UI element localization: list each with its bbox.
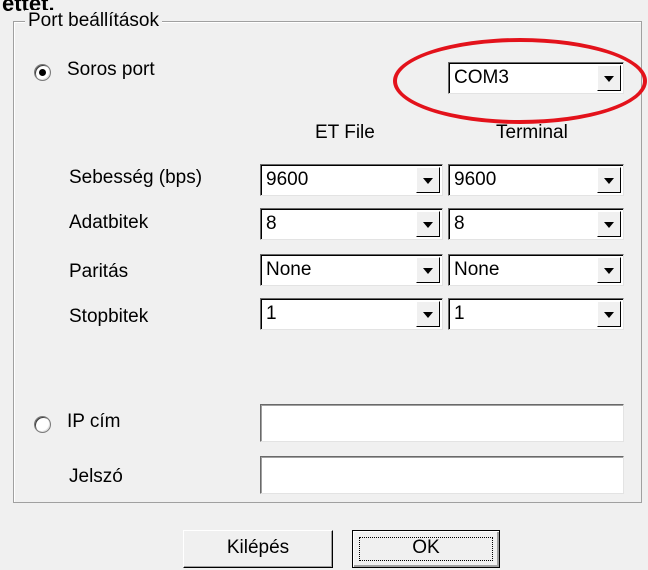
password-label: Jelszó [69,466,123,487]
stopbits-terminal-value: 1 [454,303,465,324]
chevron-down-icon [604,312,614,318]
ip-address-radio[interactable] [34,416,51,433]
focus-rectangle [359,537,493,561]
databits-terminal-select[interactable]: 8 [448,208,624,240]
speed-label: Sebesség (bps) [69,167,203,188]
parity-et-file-select[interactable]: None [260,254,443,286]
databits-terminal-dropdown-button[interactable] [597,211,621,237]
serial-port-label: Soros port [67,59,155,80]
speed-terminal-value: 9600 [454,169,497,190]
chevron-down-icon [604,268,614,274]
chevron-down-icon [423,312,433,318]
parity-et-file-dropdown-button[interactable] [416,257,440,283]
chevron-down-icon [604,222,614,228]
chevron-down-icon [604,178,614,184]
parity-et-file-value: None [266,259,312,280]
group-title: Port beállítások [25,10,162,32]
speed-et-file-select[interactable]: 9600 [260,164,443,196]
exit-button[interactable]: Kilépés [183,530,333,568]
stopbits-et-file-value: 1 [266,303,277,324]
ip-address-label: IP cím [67,411,121,432]
parity-terminal-select[interactable]: None [448,254,624,286]
databits-terminal-value: 8 [454,213,465,234]
databits-et-file-select[interactable]: 8 [260,208,443,240]
ok-button[interactable]: OK [352,530,500,568]
databits-et-file-dropdown-button[interactable] [416,211,440,237]
stopbits-terminal-select[interactable]: 1 [448,298,624,330]
column-header-terminal: Terminal [496,122,568,143]
radio-selected-dot [39,69,46,76]
ip-address-input[interactable] [260,404,624,442]
parity-terminal-value: None [454,259,500,280]
stopbits-terminal-dropdown-button[interactable] [597,301,621,327]
parity-label: Paritás [69,261,129,282]
parity-terminal-dropdown-button[interactable] [597,257,621,283]
chevron-down-icon [423,222,433,228]
chevron-down-icon [423,268,433,274]
password-input[interactable] [260,456,624,494]
speed-et-file-dropdown-button[interactable] [416,167,440,193]
stopbits-et-file-select[interactable]: 1 [260,298,443,330]
stopbits-label: Stopbitek [69,306,149,327]
speed-terminal-dropdown-button[interactable] [597,167,621,193]
databits-et-file-value: 8 [266,213,277,234]
column-header-et-file: ET File [315,122,375,143]
speed-terminal-select[interactable]: 9600 [448,164,624,196]
highlight-ellipse [393,38,647,124]
chevron-down-icon [423,178,433,184]
serial-port-radio[interactable] [34,64,51,81]
speed-et-file-value: 9600 [266,169,309,190]
databits-label: Adatbitek [69,212,149,233]
stopbits-et-file-dropdown-button[interactable] [416,301,440,327]
